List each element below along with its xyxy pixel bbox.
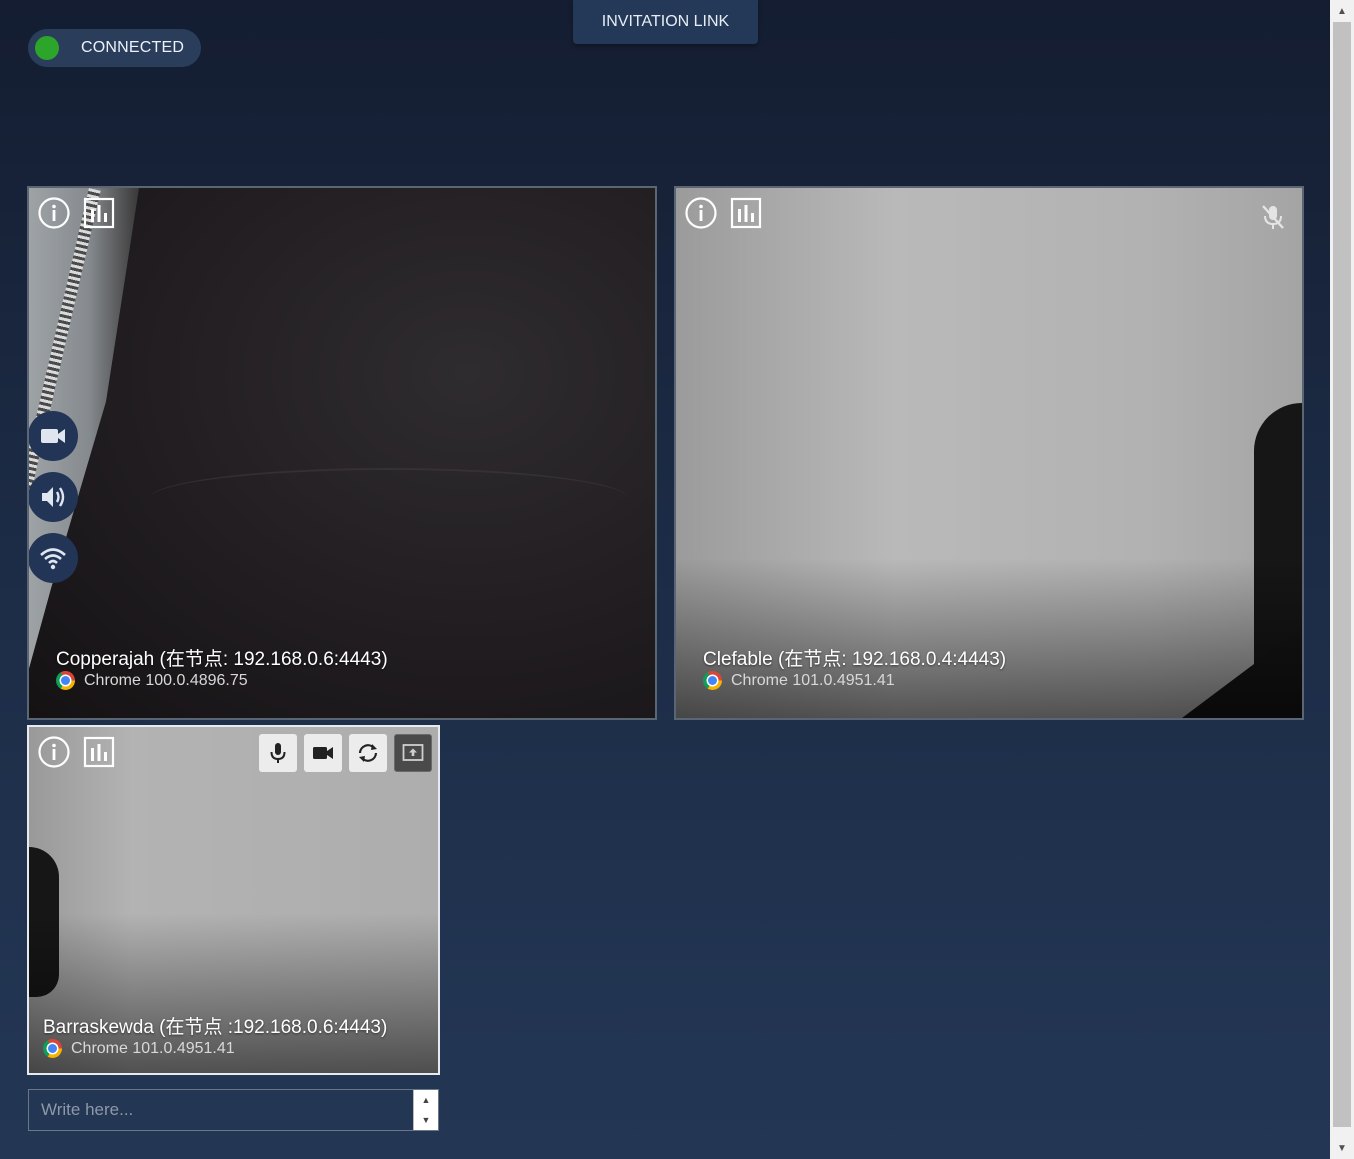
chat-input[interactable] xyxy=(29,1090,413,1130)
video-tile-barraskewda: Barraskewda (在节点 :192.168.0.6:4443) Chro… xyxy=(27,725,440,1075)
wifi-icon xyxy=(40,548,66,570)
info-icon[interactable] xyxy=(37,735,71,769)
participant-name: Clefable (在节点: 192.168.0.4:4443) xyxy=(703,649,1007,670)
chat-scroll-up-icon[interactable]: ▲ xyxy=(414,1090,438,1110)
scroll-down-arrow-icon[interactable]: ▼ xyxy=(1330,1137,1354,1159)
chrome-icon xyxy=(43,1039,62,1058)
participant-name: Barraskewda (在节点 :192.168.0.6:4443) xyxy=(43,1017,388,1038)
video-content xyxy=(149,468,629,530)
video-shade xyxy=(676,558,1302,718)
browser-version: Chrome 100.0.4896.75 xyxy=(84,671,248,689)
video-tile-copperajah: Copperajah (在节点: 192.168.0.6:4443) Chrom… xyxy=(27,186,657,720)
scroll-up-arrow-icon[interactable]: ▲ xyxy=(1330,0,1354,22)
page-scrollbar[interactable]: ▲ ▼ xyxy=(1330,0,1354,1159)
chat-input-box: ▲ ▼ xyxy=(28,1089,439,1131)
status-dot-icon xyxy=(35,36,59,60)
microphone-toggle-button[interactable] xyxy=(259,734,297,772)
screen-share-button[interactable] xyxy=(394,734,432,772)
invitation-link-button[interactable]: INVITATION LINK xyxy=(573,0,758,44)
camera-toggle-button[interactable] xyxy=(29,411,78,461)
browser-version: Chrome 101.0.4951.41 xyxy=(731,671,895,689)
screen-share-icon xyxy=(402,744,424,761)
microphone-off-icon xyxy=(1258,202,1288,232)
status-label: CONNECTED xyxy=(81,39,185,56)
chrome-icon xyxy=(56,671,75,690)
camera-icon xyxy=(313,747,333,759)
chat-scroll-down-icon[interactable]: ▼ xyxy=(414,1110,438,1130)
network-status-button[interactable] xyxy=(29,533,78,583)
camera-toggle-button[interactable] xyxy=(304,734,342,772)
video-tile-clefable: Clefable (在节点: 192.168.0.4:4443) Chrome … xyxy=(674,186,1304,720)
browser-version: Chrome 101.0.4951.41 xyxy=(71,1039,235,1057)
chat-resize-control: ▲ ▼ xyxy=(413,1090,438,1130)
browser-info: Chrome 101.0.4951.41 xyxy=(43,1039,235,1058)
info-icon[interactable] xyxy=(684,196,718,230)
speaker-icon xyxy=(42,487,65,507)
browser-info: Chrome 100.0.4896.75 xyxy=(56,671,248,690)
stats-icon[interactable] xyxy=(82,735,116,769)
connection-status: CONNECTED xyxy=(28,29,201,67)
refresh-icon xyxy=(358,744,378,762)
participant-name: Copperajah (在节点: 192.168.0.6:4443) xyxy=(56,649,388,670)
camera-icon xyxy=(41,429,65,443)
info-icon[interactable] xyxy=(37,196,71,230)
microphone-icon xyxy=(270,743,286,763)
speaker-toggle-button[interactable] xyxy=(29,472,78,522)
chrome-icon xyxy=(703,671,722,690)
browser-info: Chrome 101.0.4951.41 xyxy=(703,671,895,690)
stats-icon[interactable] xyxy=(729,196,763,230)
stats-icon[interactable] xyxy=(82,196,116,230)
scrollbar-thumb[interactable] xyxy=(1333,22,1351,1127)
switch-camera-button[interactable] xyxy=(349,734,387,772)
